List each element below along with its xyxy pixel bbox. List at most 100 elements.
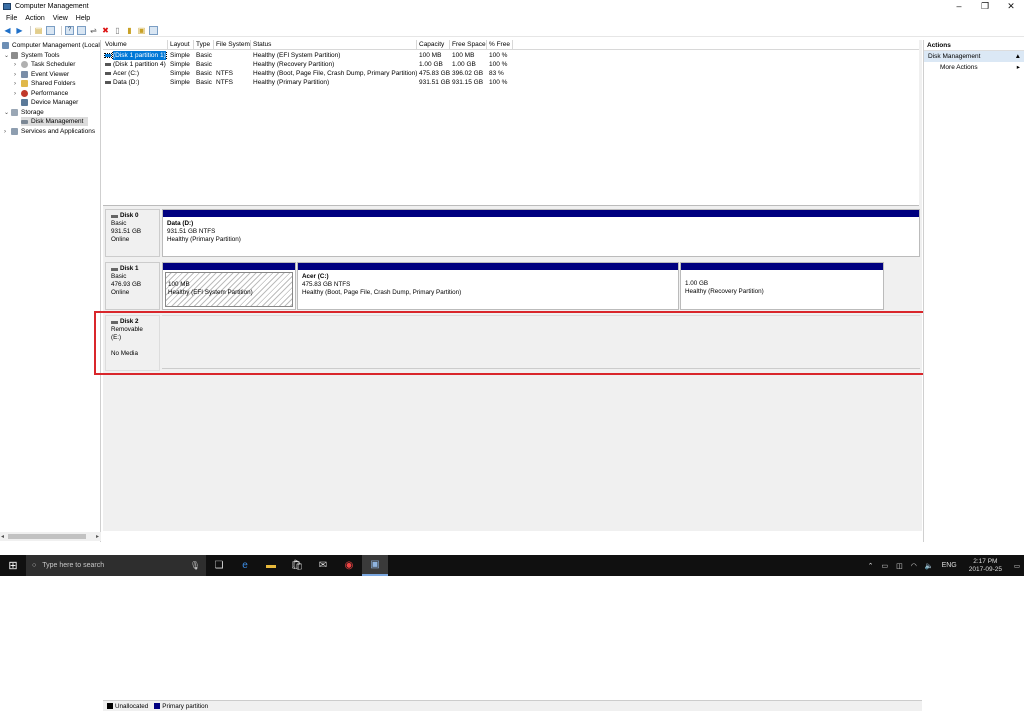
capacity-cell: 1.00 GB: [419, 61, 443, 68]
taskbar-search-box[interactable]: ○ Type here to search 🎙: [26, 555, 206, 576]
scrollbar-thumb[interactable]: [8, 534, 86, 539]
minimize-button[interactable]: –: [946, 0, 972, 12]
menu-action[interactable]: Action: [25, 15, 44, 22]
layout-cell: Simple: [170, 79, 190, 86]
disk-size: 476.93 GB: [111, 281, 142, 288]
forward-arrow-icon[interactable]: ▶: [15, 26, 24, 35]
view-icon[interactable]: [149, 26, 158, 35]
edge-browser-icon[interactable]: e: [232, 555, 258, 576]
column-header-volume[interactable]: Volume: [103, 40, 168, 50]
chevron-right-icon[interactable]: ›: [14, 62, 20, 68]
tree-item-device-manager[interactable]: Device Manager: [21, 98, 78, 107]
chrome-icon[interactable]: ◉: [336, 555, 362, 576]
unallocated-swatch: [107, 703, 113, 709]
column-header-layout[interactable]: Layout: [168, 40, 194, 50]
tree-item-computer-management[interactable]: Computer Management (Local: [2, 41, 100, 50]
tree-item-event-viewer[interactable]: › Event Viewer: [14, 70, 69, 79]
task-view-icon[interactable]: ❏: [206, 555, 232, 576]
tree-item-shared-folders[interactable]: › Shared Folders: [14, 79, 75, 88]
volume-name-cell: (Disk 1 partition 1): [103, 51, 168, 60]
open-folder-icon[interactable]: ▮: [125, 26, 134, 35]
collapse-up-icon[interactable]: ▲: [1015, 51, 1021, 62]
column-header-free-space[interactable]: Free Space: [450, 40, 487, 50]
menu-view[interactable]: View: [53, 15, 68, 22]
search-folder-icon[interactable]: ▣: [137, 26, 146, 35]
menu-file[interactable]: File: [6, 15, 17, 22]
notifications-icon[interactable]: ▭: [1010, 555, 1024, 576]
show-hide-tree-icon[interactable]: [46, 26, 55, 35]
partition-name: Data (D:): [167, 220, 194, 227]
tree-item-storage[interactable]: ⌄ Storage: [4, 108, 44, 117]
tray-chevron-up-icon[interactable]: ⌃: [868, 562, 874, 570]
scroll-right-icon[interactable]: ▸: [96, 533, 99, 540]
partition-data-d[interactable]: Data (D:) 931.51 GB NTFS Healthy (Primar…: [162, 209, 920, 257]
volume-row[interactable]: Data (D:) Simple Basic NTFS Healthy (Pri…: [103, 78, 513, 87]
status-cell: Healthy (EFI System Partition): [253, 52, 341, 59]
disk-name: Disk 1: [111, 265, 154, 273]
partition-size: 475.83 GB NTFS: [302, 281, 351, 288]
mail-icon[interactable]: ✉: [310, 555, 336, 576]
actions-header: Actions: [924, 40, 1024, 51]
battery-icon[interactable]: ▭: [882, 562, 889, 570]
column-header-type[interactable]: Type: [194, 40, 214, 50]
microphone-icon[interactable]: 🎙: [190, 561, 200, 570]
computer-management-taskbar-icon[interactable]: ▣: [362, 555, 388, 576]
properties-icon[interactable]: [77, 26, 86, 35]
chevron-right-icon[interactable]: ›: [14, 81, 20, 87]
menu-help[interactable]: Help: [76, 15, 90, 22]
chevron-down-icon[interactable]: ⌄: [4, 109, 10, 116]
disk-1-label[interactable]: Disk 1 Basic 476.93 GB Online: [105, 262, 160, 310]
status-cell: Healthy (Primary Partition): [253, 79, 330, 86]
tree-item-label: Computer Management (Local: [12, 42, 100, 49]
partition-recovery[interactable]: 1.00 GB Healthy (Recovery Partition): [680, 262, 884, 310]
document-icon[interactable]: ▯: [113, 26, 122, 35]
column-header-status[interactable]: Status: [251, 40, 417, 50]
tree-item-label: Disk Management: [31, 118, 84, 125]
network-icon[interactable]: ◫: [896, 562, 903, 570]
chevron-down-icon[interactable]: ⌄: [4, 52, 10, 59]
delete-icon[interactable]: ✖: [101, 26, 110, 35]
actions-section-disk-management[interactable]: Disk Management ▲: [924, 51, 1024, 62]
back-arrow-icon[interactable]: ◀: [3, 26, 12, 35]
more-actions-item[interactable]: More Actions ▸: [924, 62, 1024, 73]
windows-start-icon[interactable]: ⊞: [0, 555, 26, 576]
close-button[interactable]: ✕: [998, 0, 1024, 12]
tree-item-system-tools[interactable]: ⌄ System Tools: [4, 51, 60, 60]
chevron-right-icon[interactable]: ›: [14, 91, 20, 97]
partition-acer-c[interactable]: Acer (C:) 475.83 GB NTFS Healthy (Boot, …: [297, 262, 679, 310]
help-icon[interactable]: ?: [65, 26, 74, 35]
up-folder-icon[interactable]: ▤: [34, 26, 43, 35]
volume-row[interactable]: (Disk 1 partition 4) Simple Basic Health…: [103, 60, 513, 69]
tree-item-services-applications[interactable]: › Services and Applications: [4, 127, 95, 136]
volume-row[interactable]: Acer (C:) Simple Basic NTFS Healthy (Boo…: [103, 69, 513, 78]
column-header-percent-free[interactable]: % Free: [487, 40, 513, 50]
connect-icon[interactable]: ⇌: [89, 26, 98, 35]
clock[interactable]: 2:17 PM 2017-09-25: [969, 558, 1002, 574]
partition-body: 100 MB Healthy (EFI System Partition): [165, 272, 293, 307]
storage-icon: [11, 109, 18, 116]
language-indicator[interactable]: ENG: [942, 562, 957, 569]
volume-icon[interactable]: 🔈: [925, 562, 934, 570]
partition-efi[interactable]: 100 MB Healthy (EFI System Partition): [162, 262, 296, 310]
volume-row[interactable]: (Disk 1 partition 1) Simple Basic Health…: [103, 51, 513, 60]
disk-0-label[interactable]: Disk 0 Basic 931.51 GB Online: [105, 209, 160, 257]
capacity-cell: 475.83 GB: [419, 70, 450, 77]
disk-state: Online: [111, 236, 130, 243]
tree-item-disk-management[interactable]: Disk Management: [21, 117, 88, 126]
tree-item-task-scheduler[interactable]: › Task Scheduler: [14, 60, 75, 69]
chevron-right-icon[interactable]: ›: [14, 72, 20, 78]
toolbar: ◀ ▶ ▤ ? ⇌ ✖ ▯ ▮ ▣: [0, 25, 1024, 37]
chevron-right-icon[interactable]: ›: [4, 129, 10, 135]
store-icon[interactable]: 🛍: [284, 555, 310, 576]
column-header-file-system[interactable]: File System: [214, 40, 251, 50]
wifi-icon[interactable]: ◠: [911, 562, 917, 570]
maximize-button[interactable]: ❐: [972, 0, 998, 12]
type-cell: Basic: [196, 70, 212, 77]
tree-item-performance[interactable]: › Performance: [14, 89, 68, 98]
volume-list-scrollbar[interactable]: [919, 40, 922, 206]
volume-icon: [104, 53, 112, 58]
tree-horizontal-scrollbar[interactable]: ◂ ▸: [0, 532, 101, 541]
file-explorer-icon[interactable]: ▬: [258, 555, 284, 576]
scroll-left-icon[interactable]: ◂: [1, 533, 4, 540]
column-header-capacity[interactable]: Capacity: [417, 40, 450, 50]
